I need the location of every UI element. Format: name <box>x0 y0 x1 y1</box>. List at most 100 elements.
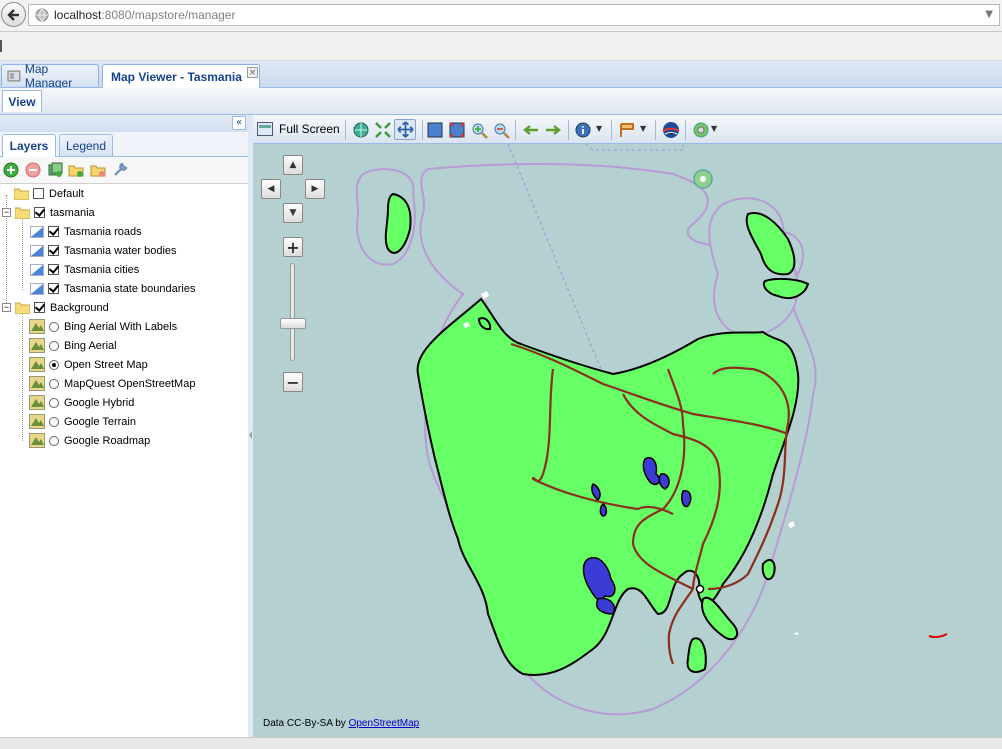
add-layer-icon[interactable] <box>3 162 19 178</box>
zoom-box-in-icon[interactable] <box>426 121 444 139</box>
zoom-in-icon[interactable] <box>470 121 488 139</box>
google-earth-icon[interactable] <box>662 121 680 139</box>
tab-legend[interactable]: Legend <box>59 134 113 156</box>
background-layer-label: Google Terrain <box>64 415 136 428</box>
tasmania-checkbox[interactable] <box>34 207 45 218</box>
tab-map-viewer[interactable]: Map Viewer - Tasmania <box>102 64 260 88</box>
layer-checkbox[interactable] <box>48 245 59 256</box>
info-icon[interactable] <box>574 121 592 139</box>
fit-extent-icon[interactable] <box>374 121 392 139</box>
tree-group-background[interactable]: − Background <box>2 298 109 317</box>
next-extent-icon[interactable] <box>544 121 562 139</box>
layer-tasmania-cities[interactable]: Tasmania cities <box>30 260 139 279</box>
layer-tasmania-state-boundaries[interactable]: Tasmania state boundaries <box>30 279 195 298</box>
background-layer-icon <box>29 376 45 391</box>
zoom-in-button[interactable]: + <box>283 237 303 257</box>
zoom-slider[interactable] <box>290 263 295 361</box>
bookmark-bar <box>0 32 1002 61</box>
bg-layer-open-street-map[interactable]: Open Street Map <box>29 355 148 374</box>
map-viewer: Full Screen ▼ ▼ ▼ ▲ ◀ ▶ ▼ + − Data CC-By… <box>253 115 1002 737</box>
lake-small-2 <box>599 503 608 517</box>
previous-extent-icon[interactable] <box>522 121 540 139</box>
boundary-line-top <box>585 144 684 151</box>
back-arrow-icon <box>6 8 19 21</box>
layer-checkbox[interactable] <box>48 264 59 275</box>
remove-layer-icon[interactable] <box>25 162 41 178</box>
background-radio[interactable] <box>49 321 59 332</box>
globe-icon <box>35 8 49 22</box>
tab-map-viewer-label: Map Viewer - Tasmania <box>111 69 242 84</box>
add-server-icon[interactable] <box>47 162 63 178</box>
pan-down-button[interactable]: ▼ <box>283 203 303 223</box>
info-dropdown-icon[interactable]: ▼ <box>596 124 602 133</box>
pan-up-button[interactable]: ▲ <box>283 155 303 175</box>
background-layer-icon <box>29 319 45 334</box>
folder-open-icon <box>15 302 30 314</box>
layers-panel-tabs: Layers Legend <box>0 132 248 157</box>
zoom-box-out-icon[interactable] <box>448 121 466 139</box>
layer-tasmania-roads[interactable]: Tasmania roads <box>30 222 142 241</box>
background-radio[interactable] <box>49 416 59 427</box>
map-attribution: Data CC-By-SA by OpenStreetMap <box>263 718 419 729</box>
bg-layer-bing-aerial[interactable]: Bing Aerial <box>29 336 117 355</box>
tasmania-map <box>355 144 948 716</box>
background-radio[interactable] <box>49 435 59 446</box>
bg-layer-google-roadmap[interactable]: Google Roadmap <box>29 431 150 450</box>
pan-left-button[interactable]: ◀ <box>261 179 281 199</box>
url-dropdown-icon[interactable]: ▼ <box>985 9 993 20</box>
tab-layers[interactable]: Layers <box>2 134 56 157</box>
layer-tasmania-water-bodies[interactable]: Tasmania water bodies <box>30 241 177 260</box>
background-layer-icon <box>29 395 45 410</box>
map-canvas[interactable]: ▲ ◀ ▶ ▼ + − <box>253 144 1002 737</box>
background-radio[interactable] <box>49 378 59 389</box>
background-radio[interactable] <box>49 397 59 408</box>
remove-group-icon[interactable] <box>90 162 106 178</box>
toolbar-separator <box>568 120 569 140</box>
folder-open-icon <box>15 207 30 219</box>
add-group-icon[interactable] <box>68 162 84 178</box>
measure-icon[interactable] <box>618 121 636 139</box>
bg-layer-google-terrain[interactable]: Google Terrain <box>29 412 136 431</box>
background-layer-label: Google Hybrid <box>64 396 135 409</box>
tab-map-manager[interactable]: Map Manager <box>1 62 99 90</box>
collapse-panel-icon[interactable]: « <box>232 116 246 130</box>
tree-group-default[interactable]: Default <box>14 184 84 203</box>
bg-layer-google-hybrid[interactable]: Google Hybrid <box>29 393 134 412</box>
tree-group-tasmania[interactable]: − tasmania <box>2 203 95 222</box>
background-checkbox[interactable] <box>34 302 45 313</box>
back-button[interactable] <box>1 2 26 27</box>
zoom-slider-handle[interactable] <box>280 318 306 329</box>
layer-checkbox[interactable] <box>48 226 59 237</box>
openstreetmap-link[interactable]: OpenStreetMap <box>349 718 420 729</box>
default-checkbox[interactable] <box>33 188 44 199</box>
east-island <box>761 558 776 581</box>
full-screen-button[interactable]: Full Screen <box>257 120 340 138</box>
background-radio[interactable] <box>49 340 59 351</box>
collapse-tasmania-icon[interactable]: − <box>2 208 11 217</box>
world-dropdown-icon[interactable]: ▼ <box>711 124 717 133</box>
layer-icon <box>30 225 44 238</box>
view-button[interactable]: View <box>2 90 42 112</box>
bookmark-bar-grip <box>0 40 2 52</box>
zoom-to-max-extent-icon[interactable] <box>352 121 370 139</box>
pan-tool-button[interactable] <box>394 119 416 140</box>
tab-map-manager-label: Map Manager <box>24 61 73 90</box>
pan-right-button[interactable]: ▶ <box>305 179 325 199</box>
layer-properties-icon[interactable] <box>112 162 128 178</box>
layer-checkbox[interactable] <box>48 283 59 294</box>
folder-icon <box>14 188 29 200</box>
close-tab-icon[interactable]: × <box>247 67 258 78</box>
measure-dropdown-icon[interactable]: ▼ <box>640 124 646 133</box>
map-manager-icon <box>7 70 21 81</box>
world-settings-icon[interactable] <box>692 121 710 139</box>
bg-layer-bing-aerial-labels[interactable]: Bing Aerial With Labels <box>29 317 177 336</box>
collapse-background-icon[interactable]: − <box>2 303 11 312</box>
zoom-out-icon[interactable] <box>492 121 510 139</box>
default-group-label: Default <box>49 187 84 200</box>
background-radio-selected[interactable] <box>49 359 59 370</box>
url-field[interactable]: localhost:8080/mapstore/manager ▼ <box>28 4 1000 26</box>
toolbar-separator <box>515 120 516 140</box>
full-screen-icon <box>257 122 273 136</box>
bg-layer-mapquest[interactable]: MapQuest OpenStreetMap <box>29 374 195 393</box>
zoom-out-button[interactable]: − <box>283 372 303 392</box>
